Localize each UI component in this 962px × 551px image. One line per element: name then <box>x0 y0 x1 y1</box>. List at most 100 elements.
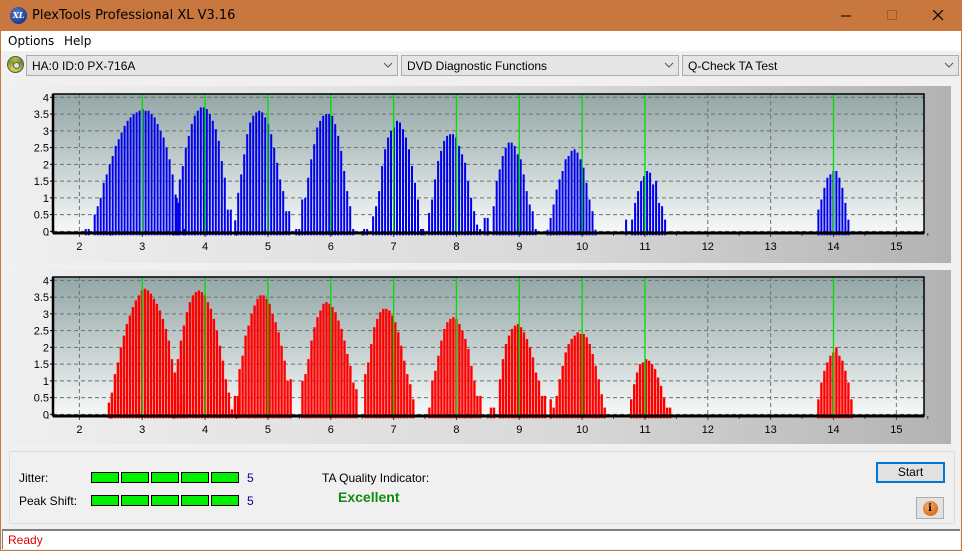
histogram-bar <box>408 149 410 236</box>
x-tick-label: 4 <box>202 424 208 436</box>
app-window: XL PlexTools Professional XL V3.16 Optio… <box>1 0 961 550</box>
title-bar[interactable]: XL PlexTools Professional XL V3.16 <box>1 0 961 31</box>
histogram-bar <box>168 159 171 236</box>
histogram-bar <box>162 137 165 236</box>
test-select-value: Q-Check TA Test <box>688 59 778 73</box>
histogram-bar <box>316 317 319 419</box>
app-logo-icon: XL <box>10 7 27 24</box>
histogram-bar <box>289 379 292 419</box>
histogram-bar <box>138 110 141 236</box>
menu-options[interactable]: Options <box>8 34 54 48</box>
histogram-bar <box>149 293 153 419</box>
histogram-bar <box>331 307 334 419</box>
histogram-bar <box>262 295 265 419</box>
histogram-bar <box>558 379 561 419</box>
histogram-bar <box>390 130 392 236</box>
histogram-bar <box>276 162 279 236</box>
histogram-bar <box>573 335 576 419</box>
histogram-bar <box>576 152 579 236</box>
histogram-bar <box>446 322 449 419</box>
histogram-bar <box>653 369 657 419</box>
meter-segment <box>211 472 239 483</box>
histogram-bar <box>370 344 373 419</box>
histogram-bar <box>268 303 271 419</box>
histogram-bar <box>247 325 250 419</box>
maximize-button[interactable] <box>869 0 915 31</box>
histogram-bar <box>507 335 511 419</box>
test-select[interactable]: Q-Check TA Test <box>682 55 959 76</box>
y-tick-label: 2.5 <box>34 326 49 338</box>
histogram-bar <box>117 139 120 236</box>
histogram-bar <box>182 325 186 419</box>
x-tick-label: 3 <box>139 241 145 253</box>
histogram-bar <box>492 206 495 236</box>
x-tick-label: 4 <box>202 241 208 253</box>
histogram-bar <box>286 380 289 419</box>
histogram-bar <box>385 308 388 419</box>
histogram-bar <box>501 359 505 419</box>
histogram-bar <box>570 150 573 236</box>
histogram-bar <box>835 171 838 236</box>
histogram-bar <box>325 302 328 419</box>
histogram-bar <box>464 162 467 236</box>
histogram-bar <box>411 166 413 236</box>
histogram-bar <box>375 206 378 236</box>
function-select[interactable]: DVD Diagnostic Functions <box>401 55 679 76</box>
meter-segment <box>211 495 239 506</box>
info-button[interactable]: i <box>916 497 944 519</box>
histogram-bar <box>304 374 307 419</box>
x-tick-label: 8 <box>453 424 459 436</box>
histogram-bar <box>650 364 654 419</box>
x-tick-label: 11 <box>639 424 650 436</box>
meter-segment <box>181 472 209 483</box>
x-tick-label: 15 <box>890 424 902 436</box>
histogram-bar <box>561 171 564 236</box>
histogram-bar <box>119 347 123 419</box>
start-button[interactable]: Start <box>876 462 945 483</box>
histogram-bar <box>301 380 304 419</box>
histogram-bar <box>826 177 829 236</box>
histogram-bar <box>188 302 192 419</box>
minimize-icon <box>840 15 851 17</box>
histogram-bar <box>406 374 409 419</box>
histogram-bar <box>382 308 385 419</box>
histogram-bar <box>637 191 640 236</box>
histogram-bar <box>102 182 105 236</box>
histogram-bar <box>658 202 661 236</box>
histogram-bar <box>555 189 558 236</box>
histogram-bar <box>322 115 325 236</box>
jitter-label: Jitter: <box>19 471 49 485</box>
close-button[interactable] <box>915 0 961 31</box>
histogram-bar <box>649 172 652 236</box>
close-icon <box>932 10 943 21</box>
histogram-bar <box>116 362 120 419</box>
histogram-bar <box>187 135 190 236</box>
histogram-bar <box>253 305 256 419</box>
histogram-bar <box>277 332 280 419</box>
histogram-bar <box>176 359 180 419</box>
x-tick-label: 10 <box>576 424 588 436</box>
histogram-bar <box>367 362 370 419</box>
histogram-bar <box>567 156 570 236</box>
histogram-bar <box>214 129 217 236</box>
histogram-bar <box>334 124 337 236</box>
histogram-bar <box>221 360 225 419</box>
histogram-bar <box>841 187 844 236</box>
histogram-bar <box>396 120 398 236</box>
histogram-bar <box>841 360 844 419</box>
histogram-bar <box>434 370 437 419</box>
histogram-bar <box>516 154 519 236</box>
status-bar: Ready <box>2 529 960 549</box>
histogram-bar <box>355 389 358 419</box>
maximize-icon <box>886 10 897 20</box>
histogram-bar <box>379 312 382 419</box>
histogram-bar <box>504 344 508 419</box>
menu-help[interactable]: Help <box>64 34 91 48</box>
meter-segment <box>91 472 119 483</box>
histogram-bar <box>181 166 184 236</box>
histogram-bar <box>434 179 437 236</box>
histogram-bar <box>838 355 841 419</box>
histogram-bar <box>125 323 129 419</box>
drive-select[interactable]: HA:0 ID:0 PX-716A <box>26 55 398 76</box>
minimize-button[interactable] <box>823 0 869 31</box>
